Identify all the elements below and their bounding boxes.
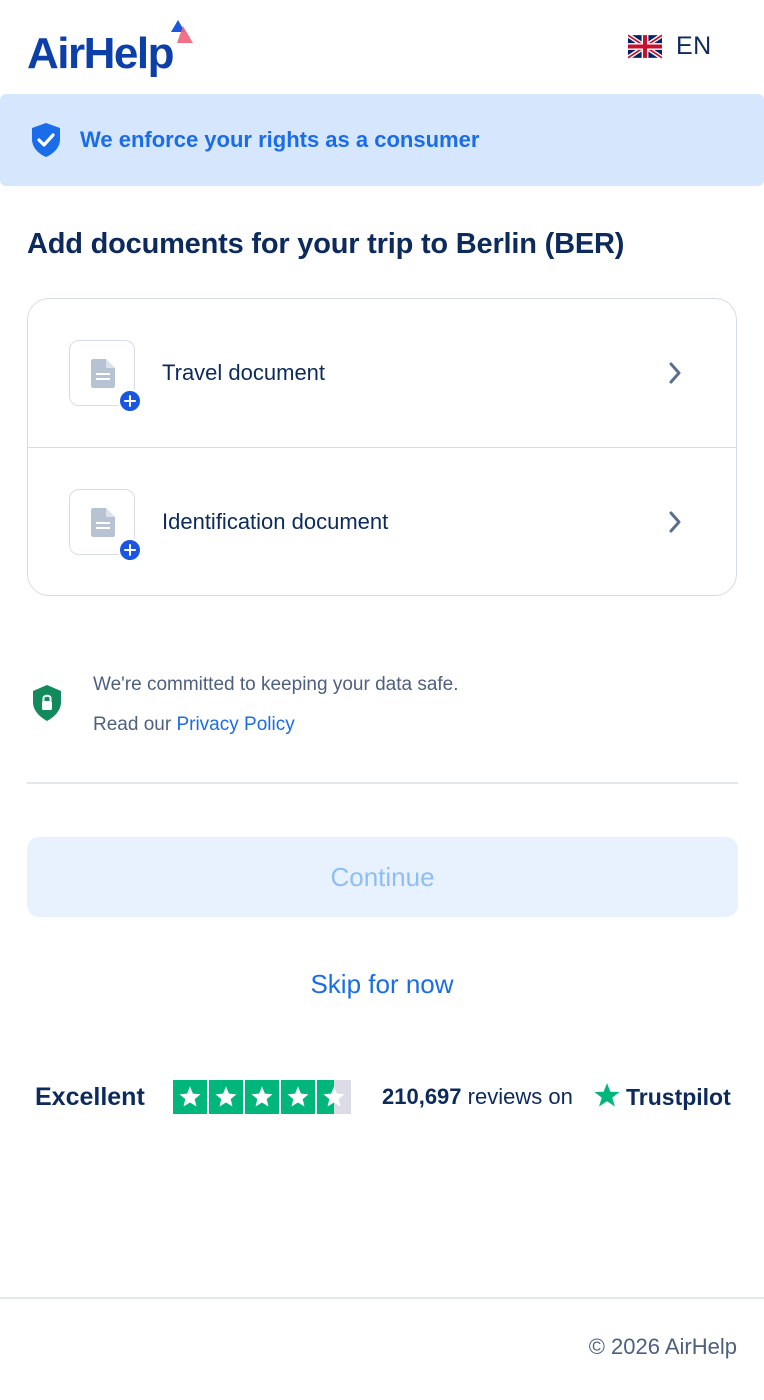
plus-icon — [124, 544, 136, 556]
chevron-right-icon — [669, 362, 681, 384]
uk-flag-icon — [628, 33, 662, 59]
star-icon — [173, 1080, 207, 1114]
privacy-prefix: Read our — [93, 714, 177, 735]
add-badge — [118, 538, 142, 562]
half-star-icon — [317, 1080, 351, 1114]
trust-stars — [173, 1080, 353, 1114]
banner-text: We enforce your rights as a consumer — [80, 127, 480, 152]
add-badge — [118, 389, 142, 413]
review-count: 210,697 — [382, 1084, 462, 1109]
footer-copyright: © 2026 AirHelp — [588, 1334, 737, 1359]
file-icon — [91, 508, 115, 537]
document-icon-box — [69, 340, 142, 413]
trust-rating-word: Excellent — [35, 1083, 145, 1111]
logo-mark-icon — [171, 20, 193, 43]
star-icon — [209, 1080, 243, 1114]
star-icon — [281, 1080, 315, 1114]
star-icon — [245, 1080, 279, 1114]
reviews-suffix: reviews on — [467, 1084, 573, 1109]
footer-divider — [0, 1297, 764, 1299]
trustpilot-star-icon — [594, 1083, 620, 1107]
privacy-policy-link[interactable]: Privacy Policy — [176, 714, 294, 735]
plus-icon — [124, 395, 136, 407]
documents-card: Travel document Identification document — [27, 298, 737, 596]
document-row-identification[interactable]: Identification document — [28, 447, 736, 595]
privacy-text: We're committed to keeping your data saf… — [93, 674, 459, 695]
chevron-right-icon — [669, 511, 681, 533]
consumer-rights-banner: We enforce your rights as a consumer — [0, 94, 764, 186]
document-row-travel[interactable]: Travel document — [28, 299, 736, 447]
privacy-notice: We're committed to keeping your data saf… — [27, 668, 738, 748]
page-title: Add documents for your trip to Berlin (B… — [27, 228, 625, 260]
document-label: Identification document — [162, 509, 389, 534]
header: AirHelp EN — [0, 0, 764, 94]
trustpilot-widget[interactable]: Excellent 210,697 reviews on Trustpilot — [35, 1078, 735, 1116]
shield-check-icon — [32, 123, 60, 157]
document-label: Travel document — [162, 360, 326, 385]
lock-shield-icon — [33, 685, 61, 721]
continue-button[interactable]: Continue — [27, 837, 738, 917]
privacy-policy-line: Read our Privacy Policy — [93, 714, 295, 736]
trust-review-count: 210,697 reviews on — [382, 1078, 573, 1116]
divider — [27, 782, 738, 784]
document-icon-box — [69, 489, 142, 562]
language-selector[interactable]: EN — [628, 30, 712, 62]
language-label: EN — [676, 31, 712, 60]
skip-for-now-link[interactable]: Skip for now — [0, 964, 764, 1004]
file-icon — [91, 359, 115, 388]
logo-text: AirHelp — [27, 29, 174, 78]
trustpilot-brand: Trustpilot — [626, 1084, 731, 1110]
